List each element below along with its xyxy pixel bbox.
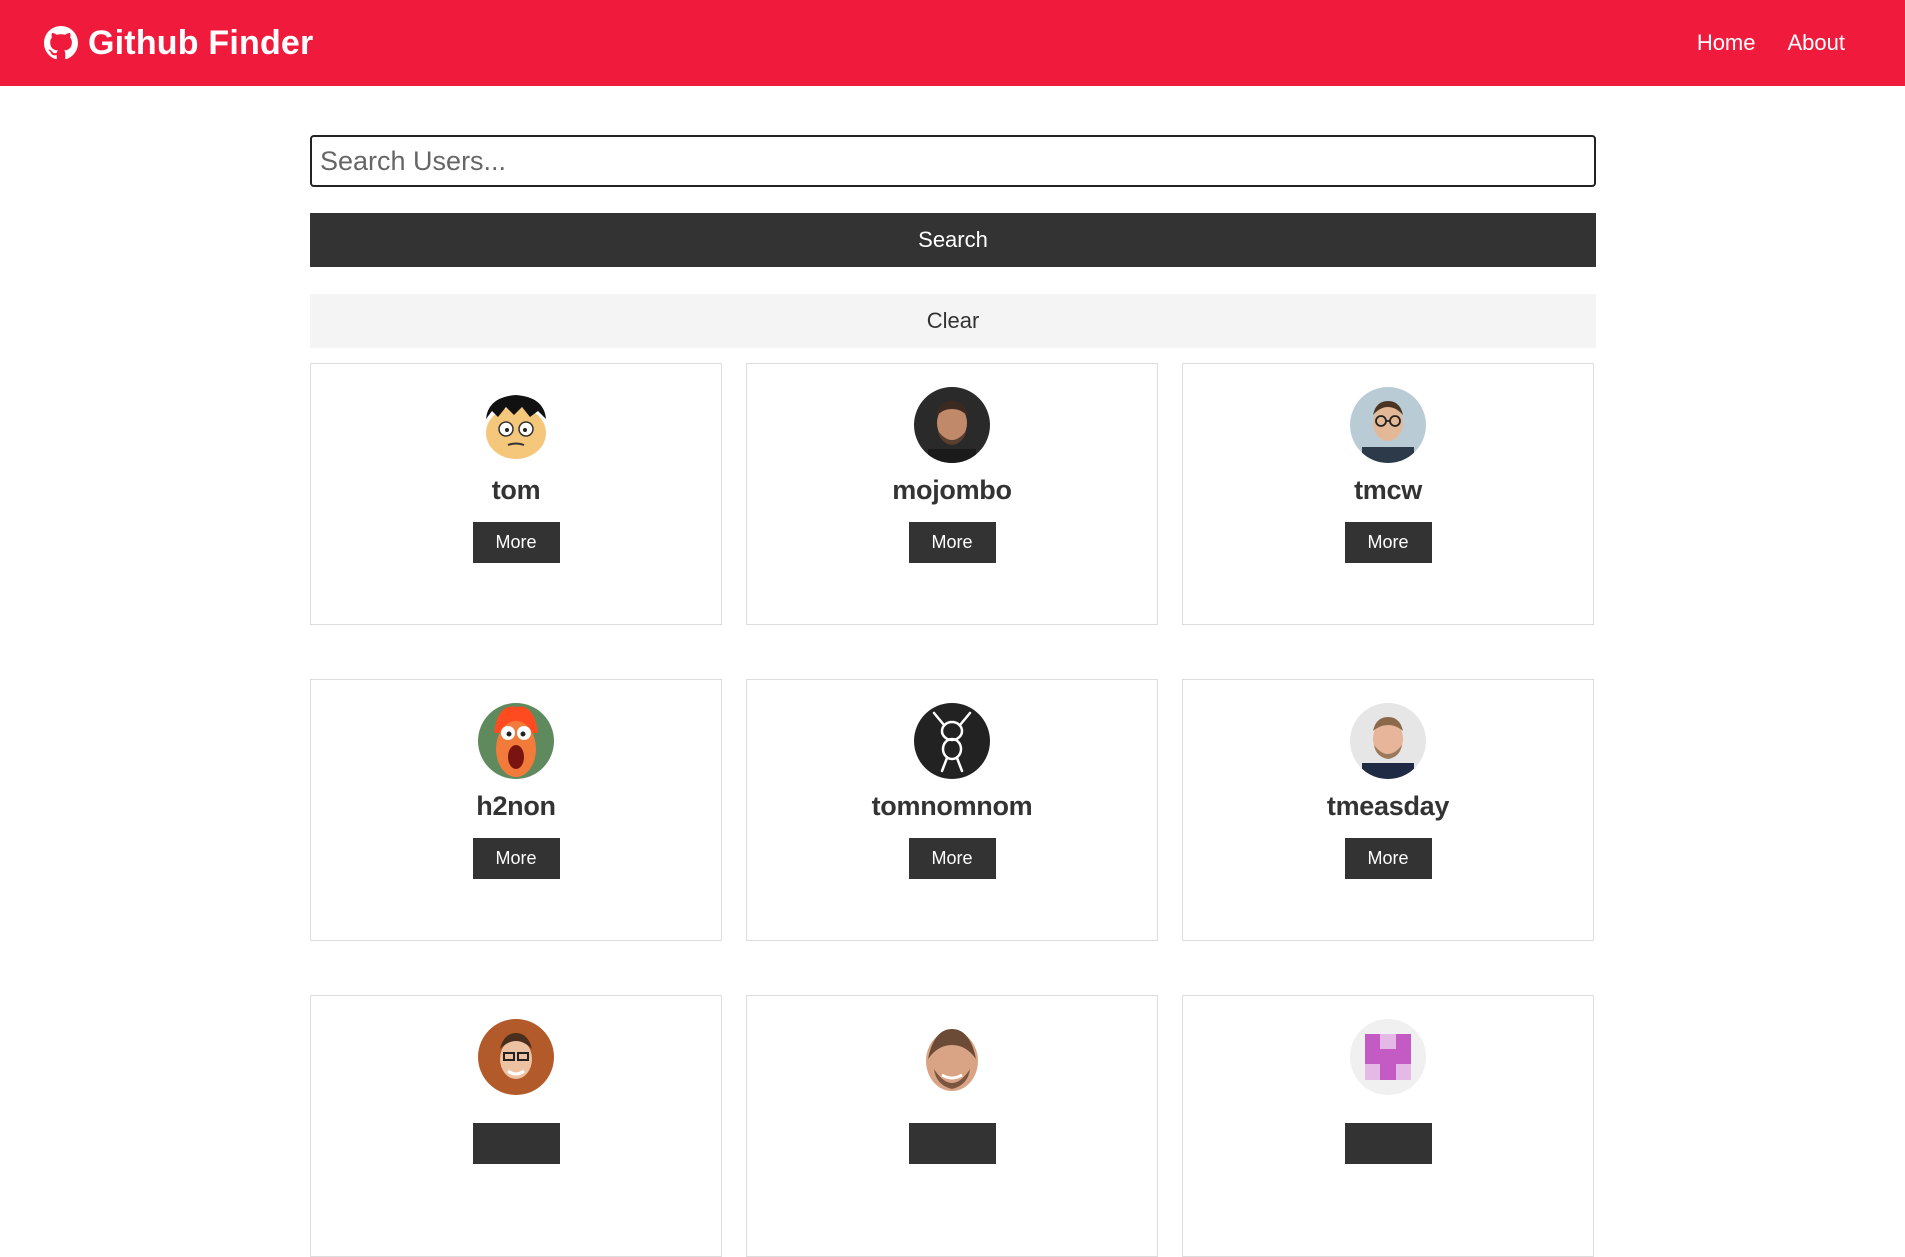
more-button[interactable]: More — [908, 838, 996, 879]
user-login: tmcw — [1354, 475, 1422, 505]
user-avatar — [1350, 703, 1426, 779]
user-card — [1182, 995, 1594, 1257]
nav-links: Home About — [1697, 30, 1845, 56]
brand-title: Github Finder — [88, 23, 314, 62]
user-avatar — [914, 387, 990, 463]
user-avatar — [478, 387, 554, 463]
user-login: mojombo — [892, 475, 1012, 505]
more-button[interactable]: More — [1344, 522, 1432, 563]
user-avatar — [914, 1019, 990, 1095]
user-login: tomnomnom — [871, 791, 1033, 821]
more-button[interactable] — [1344, 1123, 1432, 1164]
user-avatar — [478, 703, 554, 779]
user-login: tom — [491, 475, 541, 505]
user-card: mojombo More — [746, 363, 1158, 625]
search-button[interactable]: Search — [310, 213, 1596, 267]
user-card: tmeasday More — [1182, 679, 1594, 941]
user-login: tmeasday — [1326, 791, 1450, 821]
nav-home-link[interactable]: Home — [1697, 30, 1756, 56]
user-login: h2non — [476, 791, 556, 821]
search-input[interactable] — [310, 135, 1596, 187]
user-card: tomnomnom More — [746, 679, 1158, 941]
navbar: Github Finder Home About — [0, 0, 1905, 86]
user-card — [310, 995, 722, 1257]
user-avatar — [1350, 387, 1426, 463]
user-avatar — [1350, 1019, 1426, 1095]
clear-button[interactable]: Clear — [310, 294, 1596, 348]
user-card: tmcw More — [1182, 363, 1594, 625]
user-avatar — [914, 703, 990, 779]
more-button[interactable]: More — [908, 522, 996, 563]
user-card: h2non More — [310, 679, 722, 941]
user-card — [746, 995, 1158, 1257]
brand[interactable]: Github Finder — [44, 24, 313, 63]
nav-about-link[interactable]: About — [1788, 30, 1846, 56]
more-button[interactable] — [908, 1123, 996, 1164]
more-button[interactable]: More — [472, 522, 560, 563]
github-icon — [44, 26, 78, 60]
more-button[interactable]: More — [1344, 838, 1432, 879]
more-button[interactable]: More — [472, 838, 560, 879]
main-container: Search Clear tom More — [310, 135, 1596, 1257]
user-card: tom More — [310, 363, 722, 625]
user-avatar — [478, 1019, 554, 1095]
more-button[interactable] — [472, 1123, 560, 1164]
users-grid: tom More mojombo More tmcw More h2non Mo… — [310, 363, 1596, 1257]
